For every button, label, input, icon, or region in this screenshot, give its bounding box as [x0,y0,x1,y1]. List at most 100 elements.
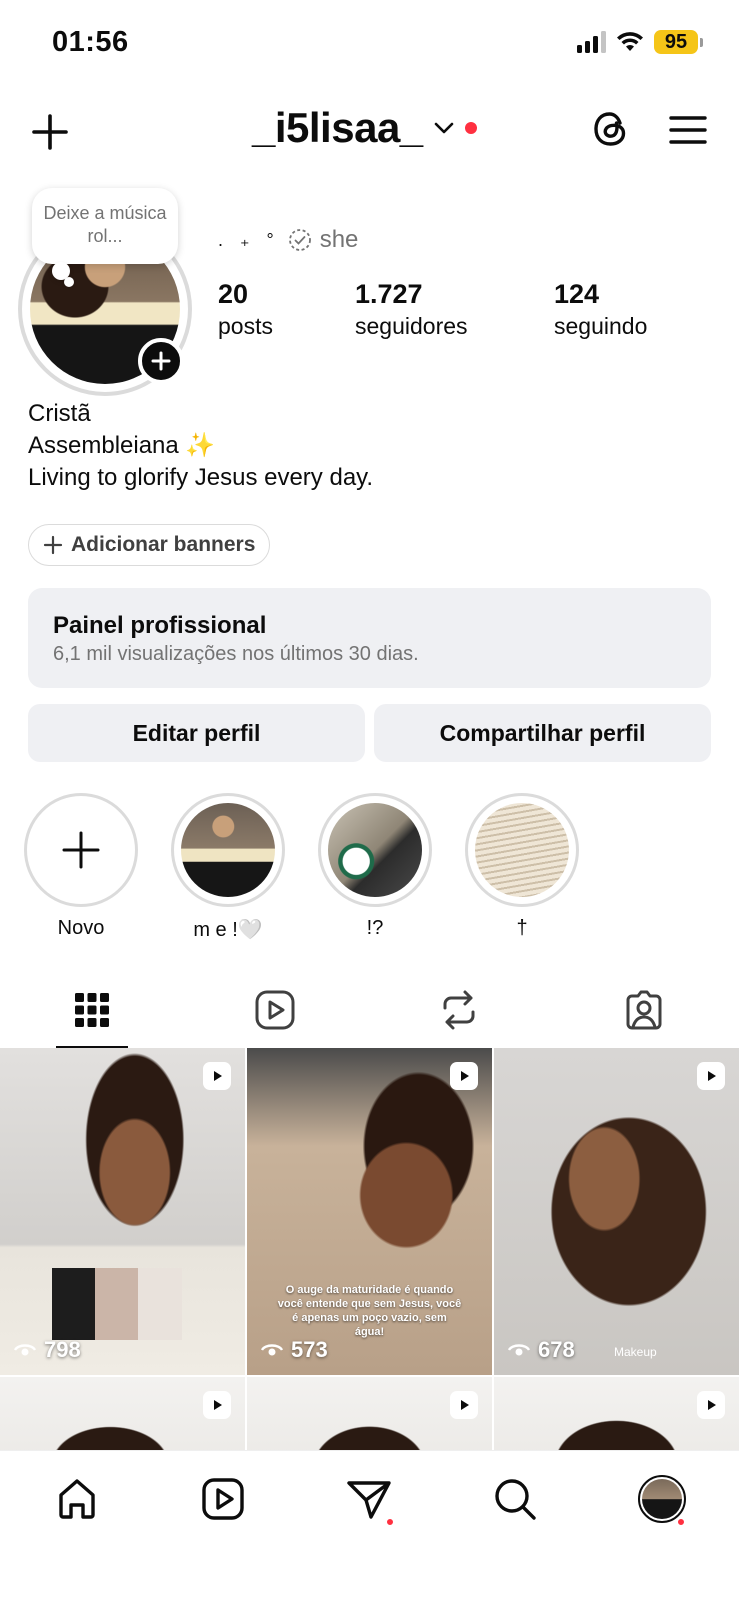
grid-tab-icon[interactable] [70,988,114,1032]
post-thumbnail[interactable]: 798 [0,1048,245,1375]
add-banners-button[interactable]: Adicionar banners [28,524,271,566]
view-count: 798 [14,1337,81,1363]
pronouns-row: . ₊ ° she [218,226,358,254]
reposts-tab-icon[interactable] [437,988,481,1032]
wifi-icon [617,32,643,51]
play-icon [461,1071,469,1081]
notification-dot [464,122,477,134]
bio-line: Living to glorify Jesus every day. [28,464,374,491]
view-count-value: 678 [538,1337,575,1362]
stat-posts[interactable]: 20 posts [218,278,273,342]
reels-tab-icon[interactable] [253,988,297,1032]
menu-icon[interactable] [668,110,708,150]
content-tabs [0,970,739,1050]
search-icon[interactable] [491,1475,539,1523]
stat-label: posts [218,313,273,339]
bio-line: Assembleiana ✨ [28,432,216,459]
plus-icon [62,831,100,869]
highlight-item[interactable]: m e !🤍 [171,793,285,942]
bio-line: Cristã [28,400,91,427]
play-icon [214,1400,222,1410]
messages-notification-dot [385,1517,395,1527]
pro-panel-title: Painel profissional [53,612,267,639]
stat-followers[interactable]: 1.727 seguidores [355,278,468,342]
dashed-check-icon [288,229,311,251]
profile-header: _i5lisaa_ [0,96,739,166]
chevron-down-icon [434,122,453,134]
view-count: 678 [508,1337,575,1363]
share-profile-button[interactable]: Compartilhar perfil [374,704,711,762]
pro-panel-subtitle: 6,1 mil visualizações nos últimos 30 dia… [53,643,419,665]
stat-value: 20 [218,279,249,309]
post-thumbnail[interactable] [494,1377,739,1457]
reel-badge [203,1062,231,1090]
highlight-label: !? [366,917,384,939]
play-icon [708,1071,716,1081]
post-thumbnail[interactable]: O auge da maturidade é quando você enten… [247,1048,492,1375]
profile-nav-avatar[interactable] [638,1475,686,1523]
username: _i5lisaa_ [252,104,423,151]
status-time: 01:56 [52,26,129,58]
highlight-ring [318,793,432,907]
highlight-ring [465,793,579,907]
bio: Cristã Assembleiana ✨ Living to glorify … [28,398,373,494]
add-story-button[interactable] [138,338,184,384]
pronoun-decoration: . ₊ ° [218,229,280,250]
stat-label: seguidores [355,313,468,339]
highlight-ring [171,793,285,907]
highlight-item[interactable]: † [465,793,579,940]
post-overlay-collage [52,1268,182,1340]
professional-dashboard[interactable]: Painel profissional 6,1 mil visualizaçõe… [28,588,711,688]
reel-badge [697,1391,725,1419]
plus-icon [43,535,63,555]
post-thumbnail[interactable] [0,1377,245,1457]
reel-badge [697,1062,725,1090]
avatar [642,1479,682,1519]
post-thumbnail[interactable]: 678 Makeup [494,1048,739,1375]
highlight-cover [328,803,422,897]
direct-messages-icon[interactable] [345,1475,393,1523]
stat-label: seguindo [554,313,648,339]
create-plus-icon[interactable] [28,110,72,154]
play-icon [461,1400,469,1410]
reel-badge [450,1391,478,1419]
highlight-new[interactable]: Novo [24,793,138,940]
eye-icon [508,1344,530,1356]
battery-icon: 95 [654,30,703,54]
profile-notification-dot [676,1517,686,1527]
home-icon[interactable] [53,1475,101,1523]
pronouns-text: she [319,226,359,253]
note-bubble-tail-small [64,277,74,287]
highlight-cover [475,803,569,897]
status-bar: 01:56 95 [0,0,739,88]
stat-value: 124 [554,279,600,309]
tagged-tab-icon[interactable] [622,988,666,1032]
eye-icon [261,1344,283,1356]
battery-level: 95 [654,30,698,54]
status-indicators: 95 [577,30,703,54]
highlight-label: † [516,917,528,939]
highlight-label: m e !🤍 [193,919,263,941]
eye-icon [14,1344,36,1356]
play-icon [214,1071,222,1081]
stat-following[interactable]: 124 seguindo [554,278,647,342]
stat-value: 1.727 [355,279,423,309]
highlight-item[interactable]: !? [318,793,432,940]
reels-icon[interactable] [199,1475,247,1523]
cellular-signal-icon [577,31,606,53]
account-switcher[interactable]: _i5lisaa_ [252,104,477,152]
note-bubble[interactable]: Deixe a música rol... [32,188,178,264]
highlight-cover [181,803,275,897]
post-thumbnail[interactable] [247,1377,492,1457]
view-count: 573 [261,1337,328,1363]
edit-profile-button[interactable]: Editar perfil [28,704,365,762]
bottom-navigation [0,1450,739,1600]
reel-badge [203,1391,231,1419]
plus-icon [151,351,171,371]
view-count-value: 573 [291,1337,328,1362]
add-banners-label: Adicionar banners [71,533,256,556]
post-caption: O auge da maturidade é quando você enten… [277,1284,462,1338]
threads-icon[interactable] [590,108,632,150]
highlight-label: Novo [57,917,105,939]
highlight-ring [24,793,138,907]
